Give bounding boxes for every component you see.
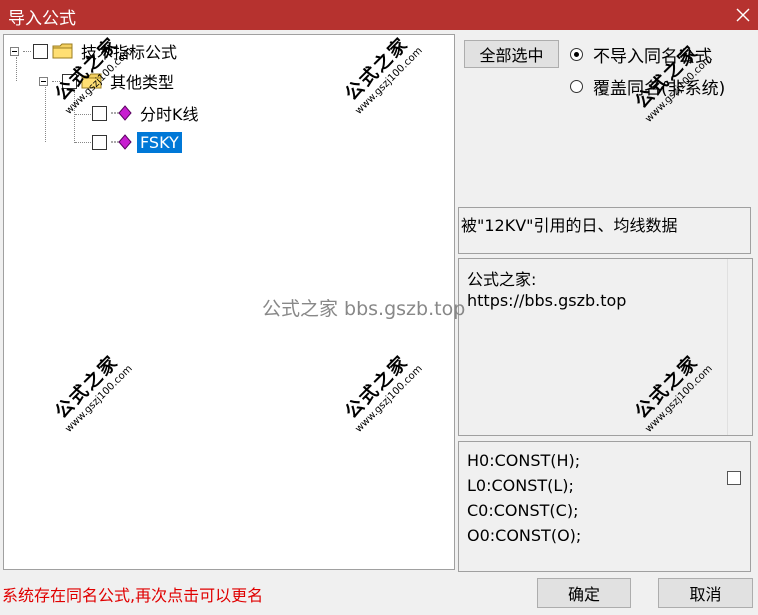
ok-button[interactable]: 确定 xyxy=(537,578,631,608)
radio-button[interactable] xyxy=(570,80,583,93)
code-panel: H0:CONST(H); L0:CONST(L); C0:CONST(C); O… xyxy=(458,441,751,572)
radio-overwrite[interactable]: 覆盖同名(非系统) xyxy=(570,74,725,99)
select-all-button[interactable]: 全部选中 xyxy=(464,40,559,68)
radio-no-import[interactable]: 不导入同名公式 xyxy=(570,42,712,67)
tree-item[interactable]: 分时K线 xyxy=(90,101,202,125)
info-line: 公式之家: xyxy=(467,270,537,289)
close-icon xyxy=(736,8,750,22)
tree-node-group[interactable]: 其他类型 xyxy=(39,69,177,93)
cancel-button[interactable]: 取消 xyxy=(658,578,753,608)
folder-icon xyxy=(81,73,102,89)
collapse-toggle[interactable] xyxy=(10,46,19,56)
radio-button[interactable] xyxy=(570,48,583,61)
description-panel: 被"12KV"引用的日、均线数据 xyxy=(458,207,751,254)
code-line: H0:CONST(H); xyxy=(467,451,581,470)
description-text: 被"12KV"引用的日、均线数据 xyxy=(461,216,678,235)
collapse-toggle[interactable] xyxy=(39,76,48,86)
close-button[interactable] xyxy=(728,0,758,30)
tree-item[interactable]: FSKY xyxy=(90,130,182,154)
item-checkbox[interactable] xyxy=(92,134,107,150)
code-line: C0:CONST(C); xyxy=(467,501,579,520)
code-checkbox[interactable] xyxy=(727,471,741,485)
radio-label: 覆盖同名(非系统) xyxy=(593,79,726,99)
window-title: 导入公式 xyxy=(8,9,76,29)
folder-icon xyxy=(52,43,73,59)
root-checkbox[interactable] xyxy=(33,43,48,59)
title-bar: 导入公式 xyxy=(0,0,758,30)
tree-node-root[interactable]: 技术指标公式 xyxy=(10,39,180,63)
scrollbar[interactable] xyxy=(727,259,752,435)
info-line: https://bbs.gszb.top xyxy=(467,291,627,310)
code-line: L0:CONST(L); xyxy=(467,476,574,495)
item-label-selected: FSKY xyxy=(137,131,182,153)
item-checkbox[interactable] xyxy=(92,105,107,121)
info-panel: 公式之家: https://bbs.gszb.top xyxy=(458,258,753,436)
group-checkbox[interactable] xyxy=(62,73,77,89)
root-label: 技术指标公式 xyxy=(81,43,178,62)
formula-icon xyxy=(111,134,132,150)
item-label: 分时K线 xyxy=(140,105,199,124)
info-text-area: 公式之家: https://bbs.gszb.top xyxy=(459,259,728,435)
code-line: O0:CONST(O); xyxy=(467,526,582,545)
group-label: 其他类型 xyxy=(110,73,175,92)
formula-icon xyxy=(111,105,132,121)
status-message: 系统存在同名公式,再次点击可以更名 xyxy=(2,586,264,605)
center-watermark: 公式之家 bbs.gszb.top xyxy=(262,298,466,320)
radio-label: 不导入同名公式 xyxy=(593,47,712,67)
